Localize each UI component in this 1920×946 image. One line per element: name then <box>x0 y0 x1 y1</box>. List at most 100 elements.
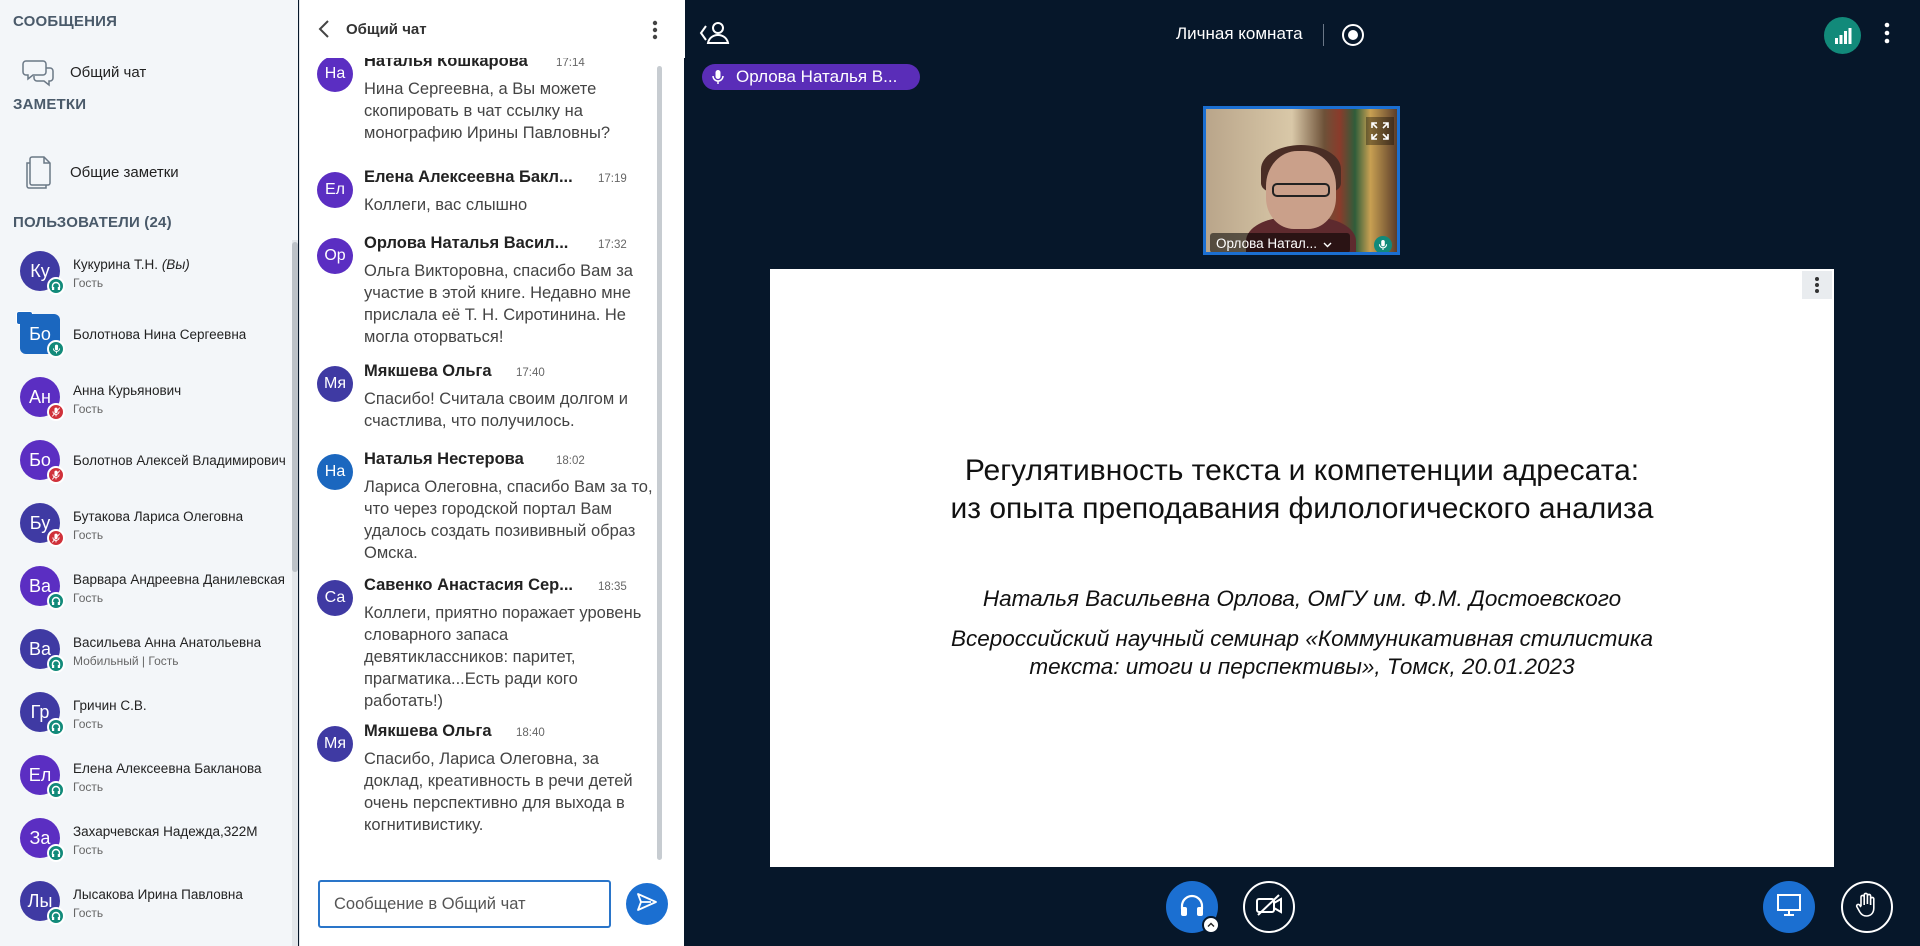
notes-icon <box>18 152 58 192</box>
user-list-item[interactable]: Лы Лысакова Ирина Павловна Гость <box>0 870 290 932</box>
slide-options-icon[interactable] <box>1802 271 1832 299</box>
avatar: Мя <box>317 366 353 402</box>
listen-only-icon <box>47 844 65 862</box>
user-list-item[interactable]: Бо Болотнов Алексей Владимирович <box>0 429 290 491</box>
user-list-item[interactable]: Ва Варвара Андреевна Данилевская Гость <box>0 555 290 617</box>
chat-header: Общий чат <box>300 0 685 58</box>
slide-title-line-2: из опыта преподавания филологического ан… <box>950 492 1654 525</box>
webcam-tile[interactable]: Орлова Натал... <box>1203 106 1400 255</box>
listen-only-icon <box>47 718 65 736</box>
listen-only-icon <box>47 781 65 799</box>
user-list-item[interactable]: Ку Кукурина Т.Н. (Вы) Гость <box>0 240 290 302</box>
presentation-screen-icon <box>1776 893 1802 922</box>
message-text: Коллеги, приятно поражает уровень словар… <box>364 604 642 710</box>
avatar: На <box>317 58 353 92</box>
audio-button[interactable] <box>1166 881 1220 934</box>
message-text: Спасибо! Считала своим долгом и счастлив… <box>364 390 628 430</box>
public-chat-item[interactable]: Общий чат <box>0 46 290 98</box>
user-name: Елена Алексеевна Бакланова <box>73 761 262 776</box>
connection-status-icon[interactable] <box>1824 17 1861 54</box>
message-time: 18:40 <box>516 727 545 739</box>
presentation-stage: Личная комната Орлова Наталья В... Орлов… <box>684 0 1920 946</box>
presentation-button[interactable] <box>1763 881 1815 933</box>
message-time: 18:35 <box>598 581 627 593</box>
user-list-item[interactable]: Бу Бутакова Лариса Олеговна Гость <box>0 492 290 554</box>
user-list-item[interactable]: Бо Болотнова Нина Сергеевна <box>0 303 290 365</box>
chat-scrollbar[interactable] <box>657 66 662 860</box>
chat-message-input[interactable] <box>318 880 611 928</box>
video-button[interactable] <box>1243 881 1295 933</box>
webcam-label[interactable]: Орлова Натал... <box>1210 233 1350 252</box>
webcam-mic-icon <box>1374 236 1392 252</box>
headphones-icon <box>1179 893 1205 922</box>
avatar: Ел <box>317 172 353 208</box>
message-text: Спасибо, Лариса Олеговна, за доклад, кре… <box>364 750 633 834</box>
user-list-item[interactable]: Гр Гричин С.В. Гость <box>0 681 290 743</box>
avatar: Мя <box>317 726 353 762</box>
messages-section-title: СООБЩЕНИЯ <box>13 13 118 30</box>
listen-only-icon <box>47 907 65 925</box>
user-name: Кукурина Т.Н. (Вы) <box>73 257 190 272</box>
message-time: 17:40 <box>516 367 545 379</box>
user-list-item[interactable]: Ел Елена Алексеевна Бакланова Гость <box>0 744 290 806</box>
hand-icon <box>1855 892 1879 923</box>
chat-title: Общий чат <box>346 21 427 38</box>
user-list-item[interactable]: За Захарчевская Надежда,322М Гость <box>0 807 290 869</box>
chat-bubbles-icon <box>18 52 58 92</box>
avatar: На <box>317 454 353 490</box>
audio-options-caret-icon[interactable] <box>1202 916 1220 934</box>
slide-author: Наталья Васильевна Орлова, ОмГУ им. Ф.М.… <box>982 586 1622 611</box>
microphone-icon <box>47 340 65 358</box>
talking-indicator[interactable]: Орлова Наталья В... <box>702 64 920 90</box>
muted-microphone-icon <box>47 403 65 421</box>
chevron-down-icon <box>1323 236 1332 251</box>
user-name: Варвара Андреевна Данилевская <box>73 572 285 587</box>
message-author: Елена Алексеевна Бакл... <box>364 168 573 186</box>
message-author: Наталья Кошкарова <box>364 58 528 70</box>
send-button[interactable] <box>626 883 668 925</box>
listen-only-icon <box>47 655 65 673</box>
message-text: Нина Сергеевна, а Вы можете скопировать … <box>364 80 611 142</box>
user-role: Мобильный | Гость <box>73 654 179 668</box>
presentation-slide[interactable]: Регулятивность текста и компетенции адре… <box>770 269 1834 867</box>
user-role: Гость <box>73 780 104 794</box>
fullscreen-icon[interactable] <box>1366 117 1394 145</box>
user-list-item[interactable]: Ан Анна Курьянович Гость <box>0 366 290 428</box>
shared-notes-item[interactable]: Общие заметки <box>0 146 290 198</box>
user-name: Бутакова Лариса Олеговна <box>73 509 244 524</box>
toggle-userlist-icon[interactable] <box>698 20 730 51</box>
user-role: Гость <box>73 717 104 731</box>
message-author: Мякшева Ольга <box>364 722 492 740</box>
user-name: Лысакова Ирина Павловна <box>73 887 243 902</box>
raise-hand-button[interactable] <box>1841 881 1893 933</box>
user-list-item[interactable]: Ва Васильева Анна Анатольевна Мобильный | … <box>0 618 290 680</box>
message-time: 17:32 <box>598 239 627 251</box>
slide-event-line-2: текста: итоги и перспективы», Томск, 20.… <box>1029 654 1575 679</box>
avatar: Са <box>317 580 353 616</box>
chat-messages: На Наталья Кошкарова 17:14 Нина Сергеевна, … <box>300 58 660 858</box>
users-scrollbar-thumb[interactable] <box>292 242 298 572</box>
message-time: 18:02 <box>556 455 585 467</box>
chat-options-icon[interactable] <box>652 20 658 45</box>
microphone-icon <box>711 69 725 90</box>
message-author: Наталья Нестерова <box>364 450 524 468</box>
slide-event-line-1: Всероссийский научный семинар «Коммуника… <box>950 626 1653 651</box>
options-menu-icon[interactable] <box>1884 22 1890 49</box>
user-role: Гость <box>73 402 104 416</box>
shared-notes-label: Общие заметки <box>70 163 179 181</box>
user-role: Гость <box>73 906 104 920</box>
room-title: Личная комната <box>1176 24 1303 43</box>
muted-microphone-icon <box>47 529 65 547</box>
users-section-title: ПОЛЬЗОВАТЕЛИ (24) <box>13 214 172 231</box>
avatar: Ор <box>317 238 353 274</box>
message-author: Орлова Наталья Васил... <box>364 234 569 252</box>
message-text: Коллеги, вас слышно <box>364 196 528 214</box>
message-time: 17:19 <box>598 173 627 185</box>
message-author: Мякшева Ольга <box>364 362 492 380</box>
back-chevron-icon[interactable] <box>318 19 330 44</box>
send-arrow-icon <box>636 891 658 918</box>
public-chat-label: Общий чат <box>70 63 147 81</box>
record-icon[interactable] <box>1342 24 1364 46</box>
webcam-person-glasses <box>1272 183 1330 197</box>
user-name: Анна Курьянович <box>73 383 182 398</box>
